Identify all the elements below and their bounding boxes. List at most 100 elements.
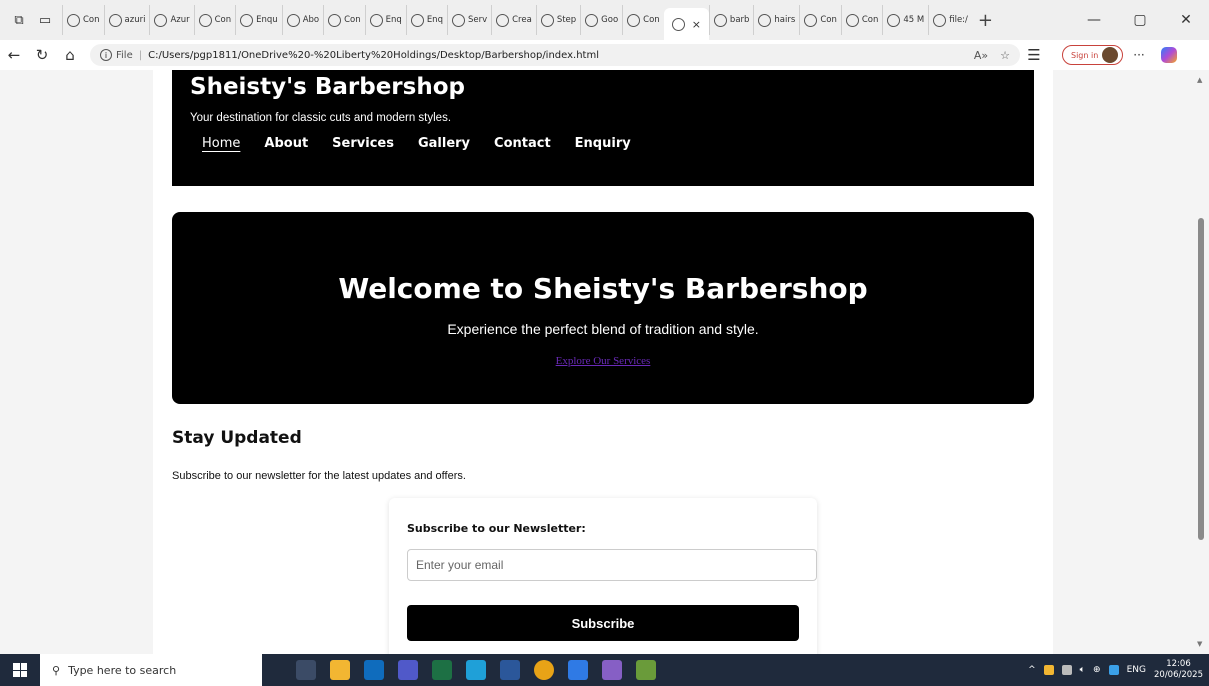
browser-tab-active[interactable]: × bbox=[663, 8, 709, 40]
browser-tab[interactable]: 45 M bbox=[882, 5, 928, 35]
site-title: Sheisty's Barbershop bbox=[190, 74, 465, 100]
onedrive-icon[interactable] bbox=[1108, 665, 1119, 675]
close-window-button[interactable]: ✕ bbox=[1163, 12, 1209, 28]
read-aloud-icon[interactable]: A» bbox=[974, 49, 988, 62]
nav-link-home[interactable]: Home bbox=[202, 136, 240, 151]
tab-favicon-icon bbox=[540, 13, 554, 27]
battery-icon[interactable] bbox=[1061, 665, 1072, 675]
refresh-icon[interactable]: ↻ bbox=[28, 46, 56, 64]
chrome-icon[interactable] bbox=[534, 660, 554, 680]
tab-label: Con bbox=[83, 15, 100, 25]
tab-label: Abo bbox=[302, 15, 320, 25]
tab-actions-icon[interactable]: ▭ bbox=[32, 7, 58, 33]
tab-label: Enqu bbox=[256, 15, 278, 25]
tab-favicon-icon bbox=[496, 13, 510, 27]
browser-tab[interactable]: Enq bbox=[364, 5, 406, 35]
favorite-star-icon[interactable]: ☆ bbox=[1000, 49, 1010, 62]
nav-link-about[interactable]: About bbox=[264, 136, 308, 151]
address-separator: | bbox=[138, 49, 143, 61]
address-bar[interactable]: i File | C:/Users/pgp1811/OneDrive%20-%2… bbox=[90, 44, 1020, 66]
clock-time: 12:06 bbox=[1166, 659, 1191, 669]
browser-tab[interactable]: file:/ bbox=[928, 5, 972, 35]
browser-tab[interactable]: Con bbox=[62, 5, 104, 35]
nav-link-enquiry[interactable]: Enquiry bbox=[575, 136, 631, 151]
browser-tab[interactable]: Con bbox=[323, 5, 365, 35]
edge-icon[interactable] bbox=[466, 660, 486, 680]
browser-tab[interactable]: Con bbox=[193, 5, 236, 35]
sign-in-label: Sign in bbox=[1071, 50, 1099, 60]
tab-favicon-icon bbox=[286, 13, 300, 27]
tab-label: Step bbox=[556, 15, 577, 25]
page-content: Sheisty's Barbershop Your destination fo… bbox=[153, 70, 1053, 654]
tab-label: Con bbox=[214, 15, 232, 25]
info-icon[interactable]: i bbox=[100, 49, 112, 61]
back-arrow-icon[interactable]: ← bbox=[0, 46, 28, 64]
tab-favicon-icon bbox=[328, 13, 342, 27]
copilot-icon[interactable] bbox=[1160, 47, 1177, 63]
browser-tab[interactable]: Step bbox=[535, 5, 580, 35]
language-indicator[interactable]: ENG bbox=[1127, 665, 1146, 675]
minimize-button[interactable]: — bbox=[1071, 12, 1117, 28]
start-button[interactable] bbox=[0, 654, 40, 686]
browser-tab[interactable]: Goo bbox=[580, 5, 622, 35]
browser-tab[interactable]: azuri bbox=[103, 5, 150, 35]
stay-updated-text: Subscribe to our newsletter for the late… bbox=[172, 470, 466, 482]
explore-services-link[interactable]: Explore Our Services bbox=[556, 355, 651, 367]
tab-label: 45 M bbox=[903, 15, 925, 25]
browser-tab[interactable]: Con bbox=[622, 5, 664, 35]
browser-tab[interactable]: Serv bbox=[446, 5, 491, 35]
browser-tab[interactable]: barb bbox=[708, 5, 754, 35]
sign-in-button[interactable]: Sign in bbox=[1062, 45, 1124, 65]
visual-studio-icon[interactable] bbox=[602, 660, 622, 680]
favorites-icon[interactable]: ☰ bbox=[1020, 46, 1048, 64]
new-tab-button[interactable]: + bbox=[978, 10, 993, 31]
taskbar-search-placeholder: Type here to search bbox=[68, 663, 177, 677]
nav-link-gallery[interactable]: Gallery bbox=[418, 136, 470, 151]
browser-tab-strip: ⧉ ▭ Con azuri Azur Con Enqu Abo Con Enq Enq Serv C… bbox=[0, 0, 1209, 40]
task-view-icon[interactable] bbox=[296, 660, 316, 680]
browser-tab[interactable]: Enqu bbox=[235, 5, 282, 35]
volume-icon[interactable]: 🔈︎ bbox=[1080, 665, 1085, 675]
home-icon[interactable]: ⌂ bbox=[56, 46, 84, 64]
notepad-icon[interactable] bbox=[636, 660, 656, 680]
close-tab-icon[interactable]: × bbox=[692, 18, 701, 31]
tab-favicon-icon bbox=[585, 13, 599, 27]
tray-chevron-icon[interactable]: ^ bbox=[1028, 665, 1036, 675]
network-icon[interactable]: ⊕ bbox=[1093, 665, 1101, 675]
browser-toolbar: ← ↻ ⌂ i File | C:/Users/pgp1811/OneDrive… bbox=[0, 40, 1209, 70]
page-scrollbar[interactable]: ▲ ▼ bbox=[1193, 70, 1209, 654]
nav-link-services[interactable]: Services bbox=[332, 136, 394, 151]
browser-tab[interactable]: Azur bbox=[149, 5, 193, 35]
restore-button[interactable]: ▢ bbox=[1117, 12, 1163, 28]
scroll-down-arrow-icon[interactable]: ▼ bbox=[1197, 640, 1202, 648]
clock-date: 20/06/2025 bbox=[1154, 670, 1203, 680]
excel-icon[interactable] bbox=[432, 660, 452, 680]
address-url[interactable]: C:/Users/pgp1811/OneDrive%20-%20Liberty%… bbox=[148, 50, 599, 61]
system-tray: ^ 🔈︎ ⊕ ENG 12:06 20/06/2025 bbox=[1028, 659, 1209, 681]
workspaces-icon[interactable]: ⧉ bbox=[6, 7, 32, 33]
tab-favicon-icon bbox=[933, 13, 947, 27]
file-explorer-icon[interactable] bbox=[330, 660, 350, 680]
scroll-thumb[interactable] bbox=[1198, 218, 1204, 540]
browser-tab[interactable]: Enq bbox=[405, 5, 447, 35]
taskbar-search-box[interactable]: ⚲ Type here to search bbox=[40, 654, 262, 686]
tab-favicon-icon bbox=[713, 13, 727, 27]
email-field[interactable] bbox=[407, 549, 817, 581]
scroll-up-arrow-icon[interactable]: ▲ bbox=[1197, 76, 1202, 84]
nav-link-contact[interactable]: Contact bbox=[494, 136, 551, 151]
browser-tab[interactable]: Con bbox=[799, 5, 841, 35]
subscribe-button[interactable]: Subscribe bbox=[407, 605, 799, 641]
address-scheme-label: File bbox=[116, 49, 133, 61]
teams-icon[interactable] bbox=[398, 660, 418, 680]
word-icon[interactable] bbox=[500, 660, 520, 680]
snipping-tool-icon[interactable] bbox=[568, 660, 588, 680]
taskbar-clock[interactable]: 12:06 20/06/2025 bbox=[1154, 659, 1203, 681]
browser-tab[interactable]: hairs bbox=[753, 5, 799, 35]
more-options-icon[interactable]: ··· bbox=[1133, 48, 1144, 62]
tab-favicon-icon bbox=[240, 13, 254, 27]
browser-tab[interactable]: Con bbox=[840, 5, 883, 35]
browser-tab[interactable]: Crea bbox=[491, 5, 536, 35]
browser-tab[interactable]: Abo bbox=[281, 5, 323, 35]
security-icon[interactable] bbox=[1043, 665, 1054, 675]
outlook-icon[interactable] bbox=[364, 660, 384, 680]
